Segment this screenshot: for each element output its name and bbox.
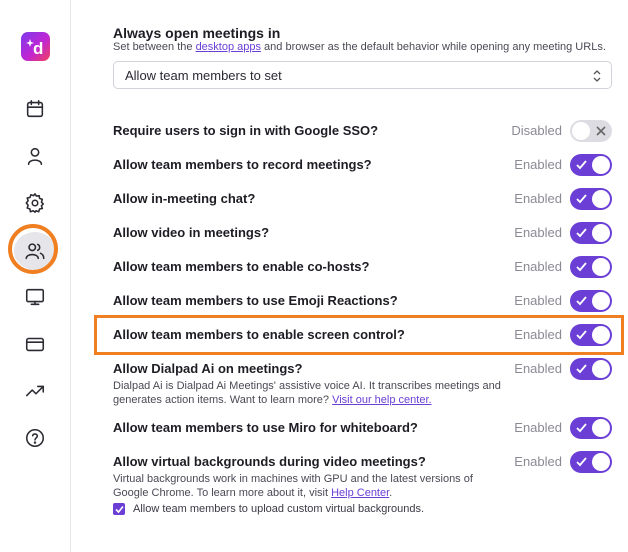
toggle-switch[interactable]	[570, 358, 612, 380]
select-value: Allow team members to set	[125, 67, 282, 83]
check-icon	[576, 330, 587, 340]
setting-label: Allow team members to use Miro for white…	[113, 420, 418, 435]
check-icon	[576, 423, 587, 433]
check-icon	[576, 364, 587, 374]
calendar-icon[interactable]	[22, 96, 48, 122]
custom-backgrounds-label: Allow team members to upload custom virt…	[133, 503, 425, 515]
setting-label: Allow in-meeting chat?	[113, 191, 256, 206]
setting-status: Enabled	[514, 454, 562, 469]
setting-status: Enabled	[514, 157, 562, 172]
trending-up-icon[interactable]	[22, 378, 48, 404]
custom-backgrounds-option: Allow team members to upload custom virt…	[113, 503, 424, 515]
toggle-switch[interactable]	[570, 154, 612, 176]
toggle-switch[interactable]	[570, 451, 612, 473]
desc-text: and browser as the default behavior whil…	[261, 41, 606, 53]
setting-description: Virtual backgrounds work in machines wit…	[113, 472, 503, 500]
setting-status: Enabled	[514, 327, 562, 342]
close-icon	[596, 126, 606, 136]
setting-status: Enabled	[514, 420, 562, 435]
check-icon	[576, 194, 587, 204]
toggle-switch[interactable]	[570, 120, 612, 142]
logo-glyph-icon: d	[25, 38, 43, 58]
setting-label: Allow team members to enable co-hosts?	[113, 259, 370, 274]
sidebar: d	[0, 0, 71, 552]
toggle-switch[interactable]	[570, 256, 612, 278]
setting-label: Allow team members to use Emoji Reaction…	[113, 293, 398, 308]
desc-text: Dialpad Ai is Dialpad Ai Meetings' assis…	[113, 380, 501, 406]
dialpad-logo[interactable]: d	[21, 32, 50, 61]
setting-label: Allow team members to enable screen cont…	[113, 327, 405, 342]
desktop-apps-link[interactable]: desktop apps	[196, 41, 261, 53]
toggle-switch[interactable]	[570, 324, 612, 346]
setting-status: Enabled	[514, 361, 562, 376]
open-meetings-description: Set between the desktop apps and browser…	[113, 41, 606, 53]
desc-text: Set between the	[113, 41, 196, 53]
toggle-switch[interactable]	[570, 222, 612, 244]
help-center-link[interactable]: Help Center	[331, 487, 389, 499]
setting-label: Allow team members to record meetings?	[113, 157, 372, 172]
open-meetings-select[interactable]: Allow team members to set	[113, 61, 612, 89]
help-center-link[interactable]: Visit our help center.	[332, 394, 431, 406]
svg-text:d: d	[33, 39, 43, 58]
check-icon	[576, 228, 587, 238]
check-icon	[576, 262, 587, 272]
users-icon[interactable]	[22, 238, 48, 264]
setting-status: Enabled	[514, 191, 562, 206]
check-icon	[576, 457, 587, 467]
chevron-updown-icon	[593, 70, 601, 82]
custom-backgrounds-checkbox[interactable]	[113, 503, 125, 515]
check-icon	[576, 160, 587, 170]
person-icon[interactable]	[22, 143, 48, 169]
credit-card-icon[interactable]	[22, 331, 48, 357]
setting-label: Require users to sign in with Google SSO…	[113, 123, 379, 138]
setting-status: Enabled	[514, 259, 562, 274]
toggle-switch[interactable]	[570, 188, 612, 210]
setting-status: Enabled	[514, 225, 562, 240]
setting-label: Allow virtual backgrounds during video m…	[113, 454, 426, 469]
check-icon	[114, 505, 124, 513]
desc-text: Virtual backgrounds work in machines wit…	[113, 473, 473, 499]
setting-description: Dialpad Ai is Dialpad Ai Meetings' assis…	[113, 379, 503, 407]
setting-label: Allow video in meetings?	[113, 225, 270, 240]
toggle-switch[interactable]	[570, 417, 612, 439]
desc-text: .	[389, 487, 393, 499]
monitor-icon[interactable]	[22, 284, 48, 310]
gear-icon[interactable]	[22, 190, 48, 216]
toggle-switch[interactable]	[570, 290, 612, 312]
help-icon[interactable]	[22, 425, 48, 451]
setting-label: Allow Dialpad Ai on meetings?	[113, 361, 303, 376]
check-icon	[576, 296, 587, 306]
setting-status: Enabled	[514, 293, 562, 308]
open-meetings-title: Always open meetings in	[113, 25, 281, 41]
setting-status: Disabled	[511, 123, 562, 138]
